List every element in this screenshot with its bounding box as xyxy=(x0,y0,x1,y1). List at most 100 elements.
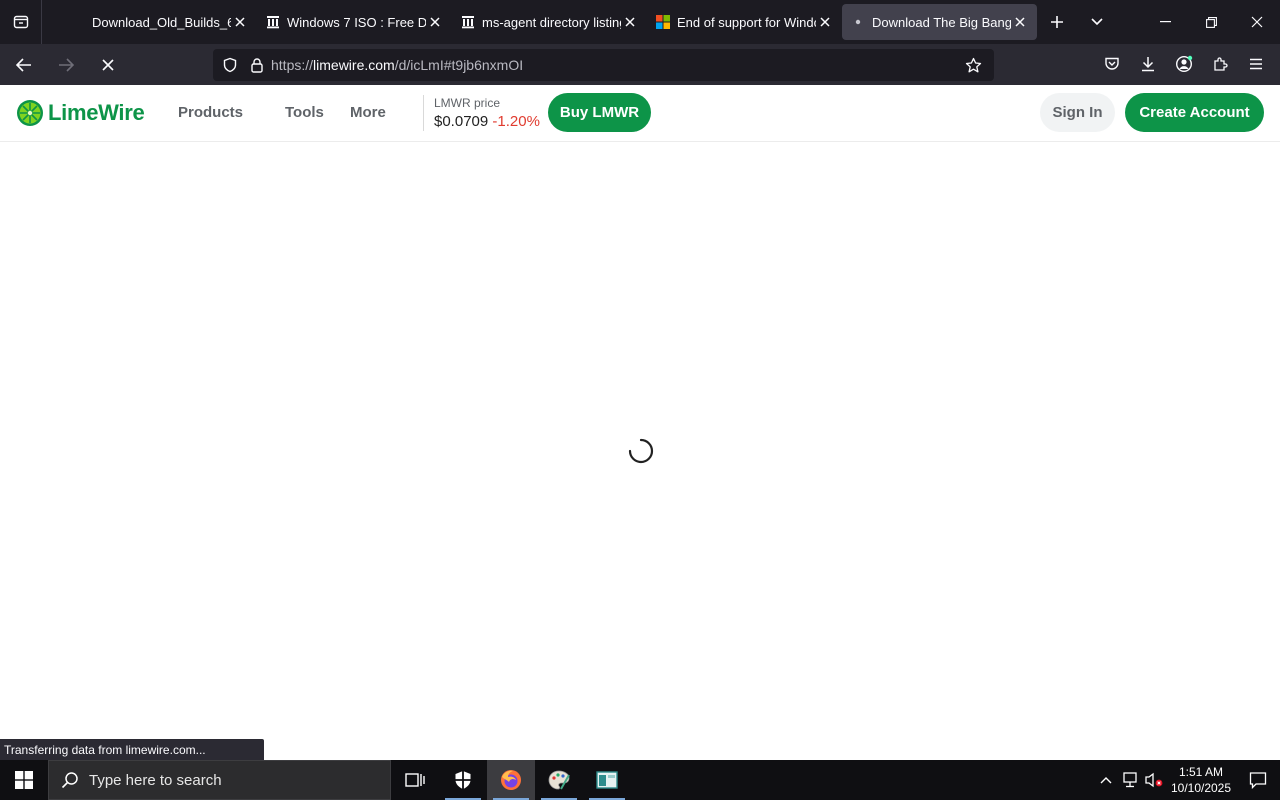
shield-icon xyxy=(455,771,471,789)
loading-dot-icon xyxy=(850,14,866,30)
taskbar-firefox-app[interactable] xyxy=(487,760,535,800)
puzzle-icon xyxy=(1214,57,1228,71)
restore-button[interactable] xyxy=(1188,0,1234,44)
restore-icon xyxy=(1205,16,1217,28)
stop-icon xyxy=(102,58,114,71)
pocket-icon xyxy=(1105,57,1119,70)
tab-title: Windows 7 ISO : Free Dow xyxy=(287,14,426,30)
price-change: -1.20% xyxy=(492,113,540,130)
close-tab-icon[interactable] xyxy=(621,13,639,31)
tab-title: Download_Old_Builds_6_ xyxy=(92,14,231,30)
price-label: LMWR price xyxy=(434,96,501,110)
list-all-tabs-button[interactable] xyxy=(1077,4,1117,40)
taskbar-search-box[interactable]: Type here to search xyxy=(48,760,391,800)
url-host: limewire.com xyxy=(313,57,395,73)
show-hidden-icons-button[interactable] xyxy=(1094,760,1118,800)
lime-icon xyxy=(17,100,43,126)
url-path: /d/icLmI#t9jb6nxmOI xyxy=(394,57,524,73)
loading-spinner-icon xyxy=(628,438,654,464)
arrow-left-icon xyxy=(16,57,31,72)
price-value: $0.0709 xyxy=(434,113,489,130)
close-tab-icon[interactable] xyxy=(816,13,834,31)
new-tab-button[interactable] xyxy=(1037,4,1077,40)
network-button[interactable] xyxy=(1118,760,1142,800)
extensions-button[interactable] xyxy=(1202,48,1238,80)
close-tab-icon[interactable] xyxy=(231,13,249,31)
firefox-view-icon xyxy=(13,15,28,29)
browser-tab-active[interactable]: Download The Big Bang.is xyxy=(842,4,1037,40)
lock-icon[interactable] xyxy=(245,49,269,81)
close-tab-icon[interactable] xyxy=(1011,13,1029,31)
limewire-logo[interactable]: LimeWire xyxy=(16,99,145,127)
url-text[interactable]: https://limewire.com/d/icLmI#t9jb6nxmOI xyxy=(271,57,523,73)
network-icon xyxy=(1123,772,1137,788)
sign-in-button[interactable]: Sign In xyxy=(1040,93,1115,132)
taskbar-security-app[interactable] xyxy=(439,760,487,800)
browser-tab[interactable]: End of support for Windo xyxy=(647,4,842,40)
url-scheme: https:// xyxy=(271,57,314,73)
header-divider xyxy=(423,95,424,131)
site-header: LimeWire Products Tools More LMWR price … xyxy=(0,85,1280,142)
app-window-icon xyxy=(596,771,618,789)
nav-tools[interactable]: Tools xyxy=(285,104,324,121)
bookmark-star-button[interactable] xyxy=(958,49,988,81)
task-view-button[interactable] xyxy=(391,760,439,800)
tab-title: Download The Big Bang.is xyxy=(872,14,1011,30)
nav-products[interactable]: Products xyxy=(178,104,243,121)
address-bar[interactable]: https://limewire.com/d/icLmI#t9jb6nxmOI xyxy=(213,49,994,81)
stop-loading-button[interactable] xyxy=(90,49,126,81)
page-favicon xyxy=(70,14,86,30)
taskbar-window-app[interactable] xyxy=(583,760,631,800)
action-center-button[interactable] xyxy=(1236,760,1280,800)
volume-button[interactable] xyxy=(1142,760,1166,800)
price-value-row: $0.0709 -1.20% xyxy=(434,113,540,130)
pocket-button[interactable] xyxy=(1094,48,1130,80)
create-account-button[interactable]: Create Account xyxy=(1125,93,1264,132)
microsoft-icon xyxy=(655,14,671,30)
minimize-button[interactable] xyxy=(1142,0,1188,44)
close-icon xyxy=(1251,16,1263,28)
browser-tab[interactable]: Download_Old_Builds_6_ xyxy=(62,4,257,40)
firefox-icon xyxy=(501,770,521,790)
archive-icon xyxy=(460,14,476,30)
windows-logo-icon xyxy=(15,771,33,789)
clock-time: 1:51 AM xyxy=(1178,765,1224,779)
logo-text: LimeWire xyxy=(48,100,145,125)
search-icon xyxy=(61,772,78,789)
hamburger-icon xyxy=(1250,58,1262,70)
minimize-icon xyxy=(1159,21,1171,23)
taskbar-clock[interactable]: 1:51 AM 10/10/2025 xyxy=(1166,764,1236,796)
tab-title: ms-agent directory listing xyxy=(482,14,621,30)
tracking-protection-icon[interactable] xyxy=(215,49,245,81)
browser-tab-bar: Download_Old_Builds_6_ Windows 7 ISO : F… xyxy=(0,0,1280,44)
close-tab-icon[interactable] xyxy=(426,13,444,31)
task-view-icon xyxy=(405,773,425,787)
close-window-button[interactable] xyxy=(1234,0,1280,44)
account-button[interactable] xyxy=(1166,48,1202,80)
system-tray: 1:51 AM 10/10/2025 xyxy=(1094,760,1280,800)
star-icon xyxy=(965,57,981,72)
start-button[interactable] xyxy=(0,760,48,800)
tab-title: End of support for Windo xyxy=(677,14,816,30)
browser-tab[interactable]: Windows 7 ISO : Free Dow xyxy=(257,4,452,40)
plus-icon xyxy=(1051,16,1063,28)
menu-button[interactable] xyxy=(1238,48,1274,80)
notification-icon xyxy=(1249,772,1267,789)
clock-date: 10/10/2025 xyxy=(1170,781,1232,795)
paint-palette-icon xyxy=(548,770,570,790)
firefox-view-button[interactable] xyxy=(0,0,42,44)
taskbar-paint-app[interactable] xyxy=(535,760,583,800)
archive-icon xyxy=(265,14,281,30)
volume-muted-icon xyxy=(1145,772,1163,788)
buy-lmwr-button[interactable]: Buy LMWR xyxy=(548,93,651,132)
forward-button[interactable] xyxy=(48,49,84,81)
downloads-button[interactable] xyxy=(1130,48,1166,80)
back-button[interactable] xyxy=(6,49,42,81)
status-bar: Transferring data from limewire.com... xyxy=(0,739,264,760)
arrow-right-icon xyxy=(59,57,74,72)
chevron-down-icon xyxy=(1091,18,1103,26)
search-placeholder: Type here to search xyxy=(89,771,222,789)
browser-tab[interactable]: ms-agent directory listing xyxy=(452,4,647,40)
nav-more[interactable]: More xyxy=(350,104,386,121)
browser-nav-bar: https://limewire.com/d/icLmI#t9jb6nxmOI xyxy=(0,44,1280,85)
